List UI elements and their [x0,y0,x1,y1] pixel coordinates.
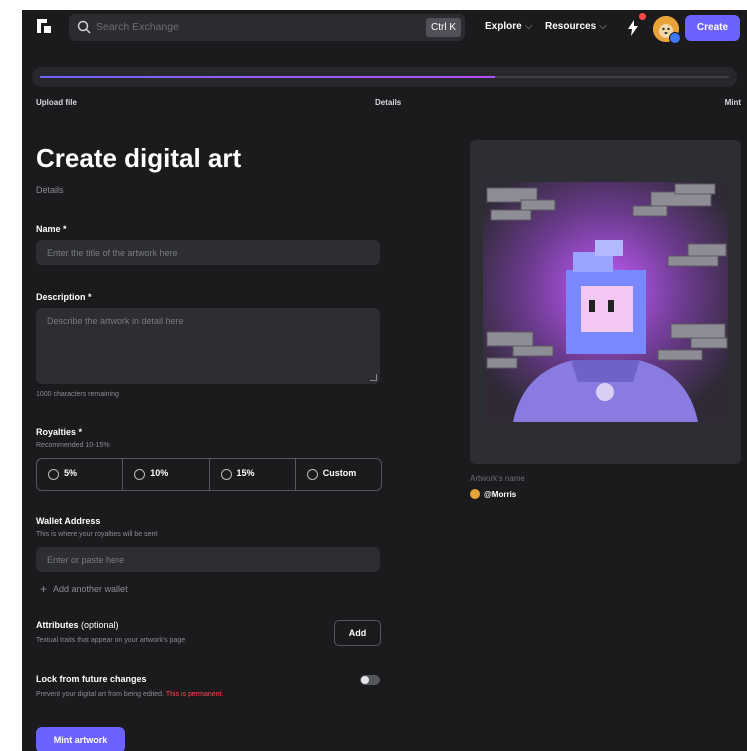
radio-icon [134,469,146,480]
app-frame: Search Exchange Ctrl K Explore ⌵ Resource… [22,10,747,751]
royalty-option-15[interactable]: 15% [210,459,296,490]
royalty-option-custom[interactable]: Custom [296,459,381,490]
royalty-option-label: Custom [322,468,357,478]
search-input[interactable]: Search Exchange [96,21,179,33]
add-attribute-button[interactable]: Add [334,620,381,646]
description-placeholder: Describe the artwork in detail here [47,316,184,326]
add-wallet-label: Add another wallet [53,584,128,594]
artwork-name: Artwork's name [470,474,525,483]
chevron-down-icon: ⌵ [599,21,607,32]
creator-handle: @Morris [484,490,517,499]
attributes-label: Attributes (optional) [36,620,119,630]
search-icon [77,20,91,34]
royalties-options: 5% 10% 15% Custom [36,458,382,491]
top-bar: Search Exchange Ctrl K Explore ⌵ Resource… [22,10,747,46]
step-upload-file[interactable]: Upload file [36,98,77,107]
attributes-label-text: Attributes [36,620,79,630]
description-label: Description * [36,292,92,302]
page-subtitle: Details [36,185,64,195]
artwork-image [483,182,728,422]
lock-hint-text: Prevent your digital art from being edit… [36,691,165,698]
attributes-optional: (optional) [81,620,119,630]
royalty-option-10[interactable]: 10% [123,459,210,490]
wallet-label: Wallet Address [36,516,101,526]
description-field[interactable]: Describe the artwork in detail here [36,308,380,384]
radio-icon [48,469,59,480]
royalty-option-5[interactable]: 5% [37,459,124,490]
radio-icon [306,469,318,480]
page-title: Create digital art [36,143,242,173]
attributes-hint: Textual traits that appear on your artwo… [36,637,186,644]
character-counter: 1000 characters remaining [36,391,119,398]
step-mint[interactable]: Mint [725,98,741,107]
name-label: Name * [36,224,67,234]
progress-track [32,67,737,87]
nav-resources[interactable]: Resources ⌵ [545,21,607,32]
creator-avatar [470,489,480,499]
mint-artwork-button[interactable]: Mint artwork [36,727,125,751]
verified-badge [669,32,681,44]
name-placeholder: Enter the title of the artwork here [47,248,178,258]
resize-handle[interactable] [370,374,377,381]
artwork-preview-card [470,140,741,464]
royalty-option-label: 10% [150,468,169,478]
wallet-hint: This is where your royalties will be sen… [36,531,158,538]
wallet-field[interactable]: Enter or paste here [36,547,380,572]
royalty-option-label: 5% [64,468,78,478]
add-wallet-button[interactable]: + Add another wallet [40,582,128,596]
create-button[interactable]: Create [685,15,740,41]
chevron-down-icon: ⌵ [524,21,533,32]
royalty-option-label: 15% [236,468,255,478]
avatar[interactable] [653,16,681,44]
lock-label: Lock from future changes [36,674,147,684]
logo-icon[interactable] [37,19,51,33]
lock-warning: This is permanent. [165,691,224,698]
progress-fill [40,76,495,78]
nav-resources-label: Resources [545,21,597,32]
royalties-label: Royalties * [36,427,83,437]
lock-hint: Prevent your digital art from being edit… [36,691,223,698]
toggle-knob [361,676,369,684]
creator[interactable]: @Morris [470,489,516,499]
nav-explore[interactable]: Explore ⌵ [485,21,532,32]
radio-icon [220,469,232,480]
bolt-icon[interactable] [628,20,638,36]
plus-icon: + [40,582,48,596]
notification-dot [639,13,646,20]
nav-explore-label: Explore [485,21,522,32]
shortcut-badge: Ctrl K [426,18,461,37]
name-field[interactable]: Enter the title of the artwork here [36,240,380,265]
search-bar[interactable]: Search Exchange Ctrl K [69,14,465,41]
step-details[interactable]: Details [375,98,401,107]
lock-toggle[interactable] [360,675,380,685]
wallet-placeholder: Enter or paste here [47,555,125,565]
royalties-hint: Recommended 10-15% [36,442,110,449]
